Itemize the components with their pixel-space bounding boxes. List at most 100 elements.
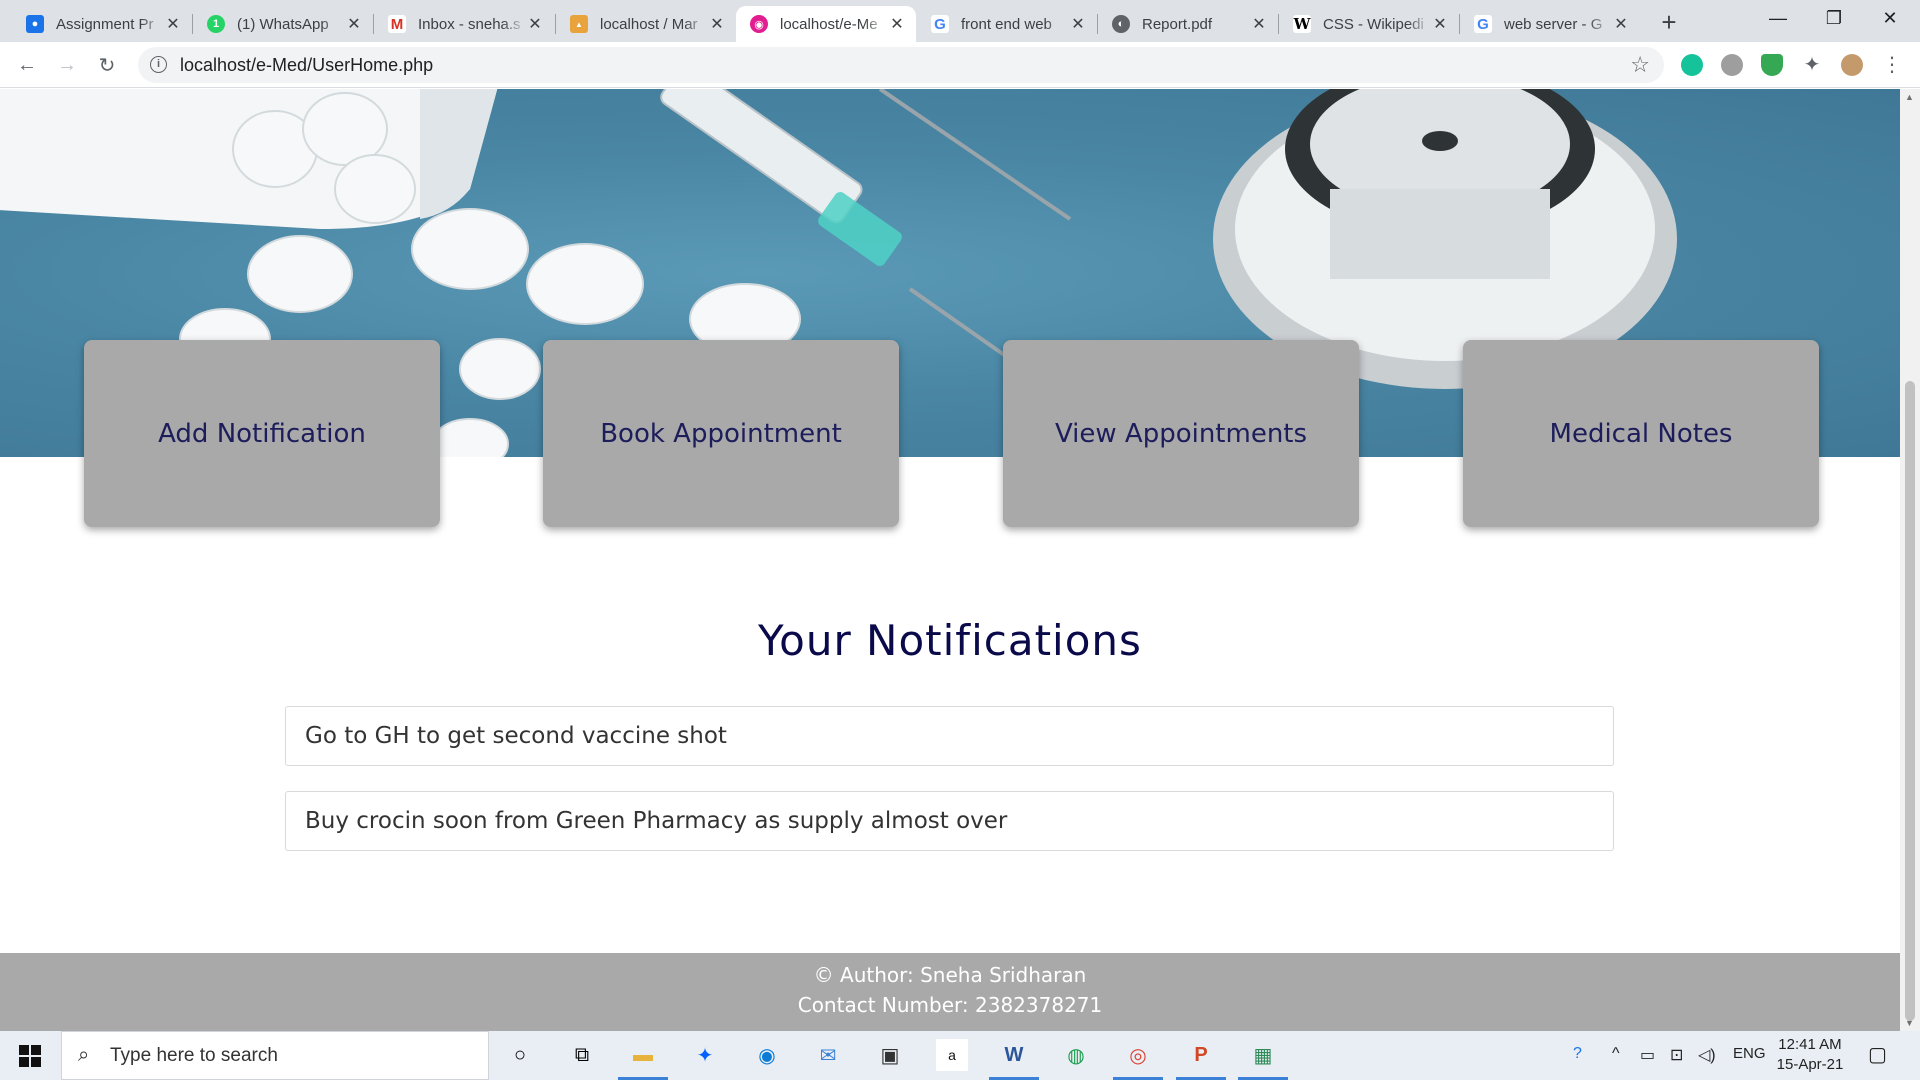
grammarly-icon[interactable] [1681, 54, 1703, 76]
tab-phpmyadmin[interactable]: ▲ localhost / Mar ✕ [556, 6, 736, 42]
close-icon[interactable]: ✕ [888, 14, 906, 34]
extensions-puzzle-icon[interactable]: ✦ [1801, 54, 1823, 76]
minimize-button[interactable]: — [1750, 0, 1806, 36]
help-icon[interactable]: ? [1573, 1045, 1582, 1063]
user-home-page: Add Notification Book Appointment View A… [0, 89, 1900, 1031]
page-viewport: Add Notification Book Appointment View A… [0, 89, 1920, 1031]
medical-notes-label: Medical Notes [1549, 418, 1733, 449]
notification-item: Buy crocin soon from Green Pharmacy as s… [285, 791, 1614, 851]
search-placeholder: Type here to search [110, 1044, 278, 1066]
tab-title: Inbox - sneha.s [418, 15, 521, 33]
back-button[interactable]: ← [12, 50, 42, 80]
reload-button[interactable]: ↻ [92, 50, 122, 80]
info-icon[interactable]: i [150, 56, 167, 73]
close-icon[interactable]: ✕ [1431, 14, 1449, 34]
language-indicator[interactable]: ENG [1733, 1045, 1766, 1062]
google-icon: G [1474, 15, 1492, 33]
menu-kebab-icon[interactable]: ⋮ [1881, 54, 1903, 76]
volume-icon[interactable]: ◁) [1698, 1045, 1716, 1065]
network-icon[interactable]: ⊡ [1670, 1045, 1683, 1065]
tab-report-pdf[interactable]: ◐ Report.pdf ✕ [1098, 6, 1278, 42]
windows-taskbar: ⌕ Type here to search ○ ⧉ ▬ ✦ ◉ ✉ ▣ a W … [0, 1031, 1920, 1080]
tab-google-frontend[interactable]: G front end web ✕ [917, 6, 1097, 42]
tab-title: (1) WhatsApp [237, 15, 329, 33]
forward-button[interactable]: → [52, 50, 82, 80]
tab-gmail[interactable]: M Inbox - sneha.s ✕ [374, 6, 554, 42]
whatsapp-icon: 1 [207, 15, 225, 33]
address-bar[interactable]: i localhost/e-Med/UserHome.php ☆ [138, 47, 1664, 83]
close-icon[interactable]: ✕ [1069, 14, 1087, 34]
cortana-icon[interactable]: ○ [504, 1039, 536, 1071]
amazon-icon[interactable]: a [936, 1039, 968, 1071]
tab-title: Assignment Pr [56, 15, 154, 33]
url-text: localhost/e-Med/UserHome.php [180, 54, 434, 75]
task-view-icon[interactable]: ⧉ [566, 1039, 598, 1071]
tab-title: localhost / Mar [600, 15, 698, 33]
browser-toolbar: ← → ↻ i localhost/e-Med/UserHome.php ☆ ✦… [0, 42, 1920, 88]
restore-button[interactable]: ❐ [1806, 0, 1862, 36]
shield-icon[interactable] [1761, 54, 1783, 76]
phpmyadmin-icon: ▲ [570, 15, 588, 33]
tab-title: web server - G [1504, 15, 1603, 33]
add-notification-card[interactable]: Add Notification [84, 340, 440, 527]
mail-icon[interactable]: ✉ [812, 1039, 844, 1071]
wikipedia-icon: W [1293, 15, 1311, 33]
tab-title: localhost/e-Me [780, 15, 878, 33]
extension-circle-icon[interactable] [1721, 54, 1743, 76]
close-icon[interactable]: ✕ [164, 14, 182, 34]
clock-time: 12:41 AM [1778, 1036, 1842, 1053]
tab-emed-active[interactable]: ◉ localhost/e-Me ✕ [736, 6, 916, 42]
battery-icon[interactable]: ▭ [1640, 1045, 1655, 1065]
vertical-scrollbar[interactable]: ▲ ▼ [1900, 89, 1920, 1031]
close-icon[interactable]: ✕ [345, 14, 363, 34]
close-icon[interactable]: ✕ [708, 14, 726, 34]
globe-icon: ◐ [1112, 15, 1130, 33]
view-appointments-label: View Appointments [1054, 418, 1308, 449]
notification-center-icon[interactable]: ▢ [1868, 1042, 1887, 1067]
notification-text: Go to GH to get second vaccine shot [305, 723, 727, 749]
add-notification-label: Add Notification [158, 418, 366, 449]
footer-contact: Contact Number: 2382378271 [797, 993, 1103, 1017]
contacts-icon: ● [26, 15, 44, 33]
file-explorer-icon[interactable]: ▬ [627, 1039, 659, 1071]
dropbox-icon[interactable]: ✦ [689, 1039, 721, 1071]
scroll-thumb[interactable] [1905, 381, 1915, 1021]
edge-icon[interactable]: ◉ [751, 1039, 783, 1071]
emed-icon: ◉ [750, 15, 768, 33]
store-icon[interactable]: ▣ [874, 1039, 906, 1071]
word-icon[interactable]: W [998, 1039, 1030, 1071]
new-tab-button[interactable]: + [1654, 8, 1684, 36]
tab-whatsapp[interactable]: 1 (1) WhatsApp ✕ [193, 6, 373, 42]
notification-text: Buy crocin soon from Green Pharmacy as s… [305, 808, 1008, 834]
start-button[interactable] [0, 1031, 60, 1080]
scroll-down-arrow-icon[interactable]: ▼ [1905, 1018, 1914, 1028]
browser-tab-strip: ● Assignment Pr ✕ 1 (1) WhatsApp ✕ M Inb… [0, 0, 1920, 42]
notification-item: Go to GH to get second vaccine shot [285, 706, 1614, 766]
chrome-icon[interactable]: ◎ [1122, 1039, 1154, 1071]
close-window-button[interactable]: ✕ [1862, 0, 1918, 36]
maps-pin-icon[interactable]: ◍ [1060, 1039, 1092, 1071]
medical-notes-card[interactable]: Medical Notes [1463, 340, 1819, 527]
tab-assignment[interactable]: ● Assignment Pr ✕ [12, 6, 192, 42]
gmail-icon: M [388, 15, 406, 33]
powerpoint-icon[interactable]: P [1185, 1039, 1217, 1071]
notifications-heading: Your Notifications [758, 616, 1142, 665]
tab-title: CSS - Wikipedi [1323, 15, 1424, 33]
tab-wikipedia[interactable]: W CSS - Wikipedi ✕ [1279, 6, 1459, 42]
book-appointment-card[interactable]: Book Appointment [543, 340, 899, 527]
tab-google-webserver[interactable]: G web server - G ✕ [1460, 6, 1640, 42]
system-clock[interactable]: 12:41 AM 15-Apr-21 [1775, 1035, 1845, 1075]
taskbar-search-box[interactable]: ⌕ Type here to search [61, 1031, 489, 1080]
image-viewer-icon[interactable]: ▦ [1247, 1039, 1279, 1071]
bookmark-star-icon[interactable]: ☆ [1630, 52, 1650, 78]
close-icon[interactable]: ✕ [1612, 14, 1630, 34]
close-icon[interactable]: ✕ [1250, 14, 1268, 34]
page-footer: © Author: Sneha Sridharan Contact Number… [0, 953, 1900, 1031]
search-icon: ⌕ [78, 1044, 90, 1066]
avatar[interactable] [1841, 54, 1863, 76]
view-appointments-card[interactable]: View Appointments [1003, 340, 1359, 527]
close-icon[interactable]: ✕ [526, 14, 544, 34]
scroll-up-arrow-icon[interactable]: ▲ [1905, 92, 1914, 102]
tab-title: Report.pdf [1142, 15, 1213, 33]
chevron-up-icon[interactable]: ^ [1612, 1045, 1620, 1063]
